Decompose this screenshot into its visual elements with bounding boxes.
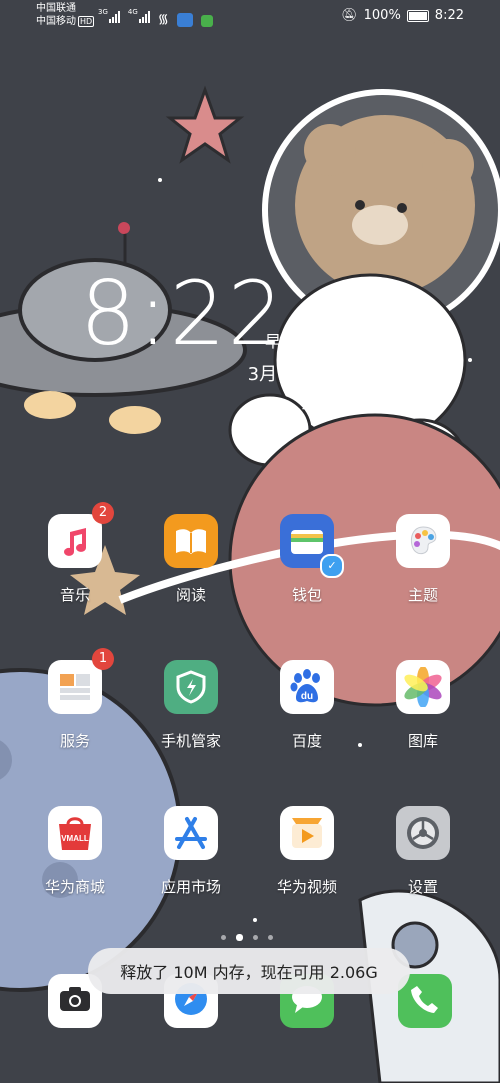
app-phone-manager[interactable]: 手机管家 (136, 660, 246, 751)
book-icon (164, 514, 218, 568)
app-settings[interactable]: 设置 (368, 806, 478, 897)
page-indicator[interactable] (221, 934, 273, 941)
clock-weather-widget[interactable]: 8:22 早上 3月16日星期一 舞钢市 ◌ 10℃ 19 / 10 (80, 262, 440, 413)
app-label: 阅读 (175, 586, 206, 604)
video-icon (280, 806, 334, 860)
widget-time[interactable]: 8:22 (80, 262, 286, 365)
gear-icon (396, 806, 450, 860)
music-icon: 2 (48, 502, 114, 568)
app-music[interactable]: 2 音乐 (20, 502, 130, 605)
phone-icon (409, 983, 441, 1019)
carrier-info: 中国联通 中国移动 HD (36, 2, 95, 28)
app-label: 图库 (407, 732, 438, 750)
app-label: 主题 (407, 586, 438, 604)
app-label: 华为视频 (276, 878, 337, 896)
wifi-icon: ᯾ (157, 12, 169, 27)
camera-icon (58, 985, 92, 1017)
app-baidu[interactable]: du 百度 (252, 660, 362, 751)
app-huawei-video[interactable]: 华为视频 (252, 806, 362, 897)
app-label: 华为商城 (44, 878, 105, 896)
widget-ampm: 早上 (265, 332, 298, 351)
app-vmall[interactable]: VMALL 华为商城 (20, 806, 130, 897)
battery-percent: 100% (363, 8, 401, 23)
wechat-notification-icon (200, 15, 213, 27)
app-gallery[interactable]: 图库 (368, 660, 478, 751)
weather-range: 19 / 10 (352, 388, 412, 408)
app-label: 服务 (59, 732, 90, 750)
page-dot-active[interactable] (236, 934, 243, 941)
status-right: 🔕︎ 100% 8:22 (341, 8, 464, 23)
memory-toast: 释放了 10M 内存，现在可用 2.06G (88, 948, 410, 994)
app-reading[interactable]: 阅读 (136, 514, 246, 605)
palette-icon (396, 514, 450, 568)
app-label: 音乐 (59, 586, 90, 604)
carrier-2-label: 中国移动 (36, 16, 76, 27)
app-label: 百度 (291, 732, 322, 750)
svg-text:VMALL: VMALL (61, 834, 89, 843)
svg-text:du: du (301, 691, 313, 702)
cloud-icon (358, 280, 418, 318)
gallery-icon (396, 660, 450, 714)
app-themes[interactable]: 主题 (368, 514, 478, 605)
music-badge: 2 (92, 502, 114, 524)
signal-2-icon: 4G (128, 8, 150, 27)
page-dot[interactable] (268, 935, 273, 940)
app-appgallery[interactable]: 应用市场 (136, 806, 246, 897)
wallet-icon: ✓ (280, 514, 344, 578)
page-dot[interactable] (253, 935, 258, 940)
app-label: 钱包 (291, 586, 322, 604)
page-dot[interactable] (221, 935, 226, 940)
appstore-icon (164, 806, 218, 860)
baidu-icon: du (280, 660, 334, 714)
mute-icon: 🔕︎ (341, 8, 358, 23)
status-bar: 中国联通 中国移动 HD 3G 4G ᯾ 🔕︎ 100% 8:22 (0, 0, 500, 32)
status-time: 8:22 (434, 8, 464, 23)
hd-badge: HD (78, 16, 95, 27)
battery-icon (406, 9, 429, 22)
carrier-1-label: 中国联通 (36, 3, 76, 14)
shield-icon (164, 660, 218, 714)
app-label: 设置 (407, 878, 438, 896)
weather-temperature[interactable]: 10℃ (352, 340, 433, 380)
verified-check-icon: ✓ (320, 554, 344, 578)
widget-divider (327, 290, 329, 400)
vmall-icon: VMALL (48, 806, 102, 860)
app-label: 手机管家 (160, 732, 221, 750)
signal-1-icon: 3G (98, 8, 120, 27)
app-wallet[interactable]: ✓ 钱包 (252, 514, 362, 605)
services-badge: 1 (92, 648, 114, 670)
app-notification-icon (176, 13, 193, 27)
app-label: 应用市场 (160, 878, 221, 896)
app-services[interactable]: 1 服务 (20, 648, 130, 751)
service-icon: 1 (48, 648, 114, 714)
toast-text: 释放了 10M 内存，现在可用 2.06G (120, 963, 378, 982)
